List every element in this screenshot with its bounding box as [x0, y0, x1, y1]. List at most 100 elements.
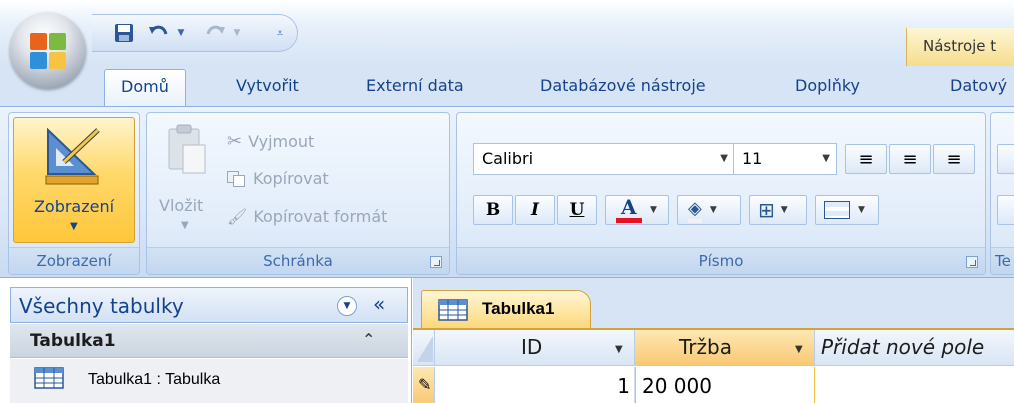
column-header-id[interactable]: ID ▼ [435, 330, 635, 366]
next-group-button-2[interactable] [997, 195, 1014, 225]
font-color-icon: A [616, 195, 642, 223]
gridlines-icon: ⊞ [758, 198, 775, 222]
align-center-button[interactable]: ≡ [889, 144, 931, 174]
table-icon [34, 367, 64, 389]
cut-label: Vyjmout [248, 132, 315, 151]
alternate-fill-button[interactable]: ▼ [815, 195, 879, 225]
select-all-corner[interactable] [413, 330, 435, 366]
list-item[interactable]: Tabulka1 : Tabulka [10, 359, 408, 403]
font-color-dropdown-icon[interactable]: ▼ [650, 205, 657, 215]
nav-item-label: Tabulka1 : Tabulka [88, 371, 221, 388]
paste-dropdown-icon: ▼ [181, 220, 189, 231]
group-clipboard: Vložit ▼ ✂ Vyjmout Kopírovat 🖌 Kopírovat… [146, 112, 450, 275]
format-painter-icon: 🖌 [227, 207, 248, 226]
view-button[interactable]: Zobrazení ▼ [13, 117, 135, 243]
table-cell-trzba[interactable]: 20 000 [635, 367, 815, 403]
tab-datasheet[interactable]: Datový [950, 76, 1007, 95]
group-text-label: Te [991, 247, 1014, 274]
fill-color-dropdown-icon[interactable]: ▼ [710, 205, 717, 215]
undo-icon[interactable] [146, 21, 172, 45]
quick-access-toolbar: ▼ ▼ ⩡ [92, 14, 298, 52]
title-bar: ▼ ▼ ⩡ Nástroje t [0, 0, 1014, 66]
align-left-button[interactable]: ≡ [845, 144, 887, 174]
table-icon [438, 299, 468, 321]
format-painter-label: Kopírovat formát [253, 207, 388, 226]
column-header-label: ID [521, 335, 543, 359]
gridlines-dropdown-icon[interactable]: ▼ [781, 205, 788, 215]
office-button[interactable] [10, 13, 86, 89]
nav-menu-dropdown-icon[interactable]: ▼ [337, 296, 357, 316]
font-size-value: 11 [742, 149, 763, 168]
paste-icon [168, 124, 206, 174]
font-name-dropdown-icon[interactable]: ▼ [720, 153, 728, 164]
collapse-group-icon[interactable]: ⌃ [362, 330, 375, 349]
view-dropdown-icon: ▼ [70, 221, 78, 232]
bold-button[interactable]: B [473, 195, 513, 225]
nav-group-title: Tabulka1 [30, 331, 116, 351]
copy-button[interactable]: Kopírovat [227, 169, 329, 188]
copy-icon [227, 170, 247, 187]
font-name-value: Calibri [482, 149, 534, 168]
italic-button[interactable]: I [515, 195, 555, 225]
gridlines-button[interactable]: ⊞ ▼ [749, 195, 807, 225]
group-clipboard-label: Schránka [147, 247, 449, 274]
paste-label: Vložit [159, 196, 204, 215]
save-icon[interactable] [112, 21, 136, 45]
document-tab[interactable]: Tabulka1 [421, 290, 591, 328]
align-center-icon: ≡ [902, 148, 918, 170]
nav-group-header[interactable]: Tabulka1 ⌃ [10, 324, 408, 358]
format-painter-button[interactable]: 🖌 Kopírovat formát [227, 207, 387, 226]
table-cell-id[interactable]: 1 [435, 367, 635, 403]
tab-addins[interactable]: Doplňky [795, 76, 860, 95]
align-right-icon: ≡ [946, 148, 962, 170]
column-header-add-new-field[interactable]: Přidat nové pole [815, 330, 1014, 366]
design-view-icon [45, 127, 100, 185]
clipboard-dialog-launcher-icon[interactable] [430, 256, 442, 268]
column-header-trzba[interactable]: Tržba ▼ [635, 330, 815, 366]
group-views: Zobrazení ▼ Zobrazení [8, 112, 140, 275]
font-color-button[interactable]: A ▼ [605, 195, 669, 225]
ribbon-tabs: Domů Vytvořit Externí data Databázové ná… [0, 66, 1014, 106]
undo-dropdown-icon[interactable]: ▼ [174, 21, 188, 45]
group-text-clipped: Te [990, 112, 1014, 275]
tab-external-data[interactable]: Externí data [366, 76, 464, 95]
redo-dropdown-icon[interactable]: ▼ [230, 21, 244, 45]
scissors-icon: ✂ [227, 131, 243, 152]
tab-create[interactable]: Vytvořit [236, 76, 299, 95]
tab-database-tools[interactable]: Databázové nástroje [540, 76, 706, 95]
column-header-label: Přidat nové pole [821, 335, 985, 359]
group-font-label: Písmo [457, 247, 985, 274]
group-views-label: Zobrazení [9, 247, 139, 274]
row-selector[interactable]: ✎ [413, 367, 435, 403]
view-button-label: Zobrazení [33, 197, 115, 216]
paste-button[interactable]: Vložit ▼ [153, 117, 219, 243]
datasheet-grid: ID ▼ Tržba ▼ Přidat nové pole ✎ 1 20 000 [413, 328, 1014, 403]
underline-button[interactable]: U [557, 195, 597, 225]
group-font: Calibri ▼ 11 ▼ ≡ ≡ ≡ B I U A ▼ ◈ ▼ ⊞ ▼ ▼… [456, 112, 986, 275]
font-name-combo[interactable]: Calibri ▼ [473, 143, 735, 175]
cut-button[interactable]: ✂ Vyjmout [227, 131, 314, 152]
document-area: Tabulka1 ID ▼ Tržba ▼ Přidat nové pole ✎… [413, 278, 1014, 403]
tab-home[interactable]: Domů [104, 69, 186, 106]
column-filter-dropdown-icon[interactable]: ▼ [615, 344, 623, 355]
office-logo-icon [30, 33, 66, 69]
column-filter-dropdown-icon[interactable]: ▼ [795, 344, 803, 355]
copy-label: Kopírovat [253, 169, 329, 188]
font-size-dropdown-icon[interactable]: ▼ [822, 153, 830, 164]
document-tab-label: Tabulka1 [482, 299, 555, 318]
fill-color-button[interactable]: ◈ ▼ [677, 195, 741, 225]
font-dialog-launcher-icon[interactable] [966, 256, 978, 268]
shutter-bar-collapse-icon[interactable]: « [373, 292, 385, 316]
alternate-fill-dropdown-icon[interactable]: ▼ [858, 205, 865, 215]
nav-header[interactable]: Všechny tabulky ▼ « [10, 287, 408, 323]
align-right-button[interactable]: ≡ [933, 144, 975, 174]
redo-icon[interactable] [202, 21, 228, 45]
customize-qat-icon[interactable]: ⩡ [272, 21, 288, 45]
pencil-edit-icon: ✎ [418, 375, 432, 394]
next-group-button-1[interactable] [997, 144, 1014, 174]
table-cell-new-field[interactable] [815, 367, 1014, 403]
navigation-pane: Všechny tabulky ▼ « Tabulka1 ⌃ Tabulka1 … [0, 278, 412, 403]
nav-title: Všechny tabulky [19, 294, 184, 318]
font-size-combo[interactable]: 11 ▼ [733, 143, 837, 175]
alternate-fill-icon [824, 201, 850, 219]
